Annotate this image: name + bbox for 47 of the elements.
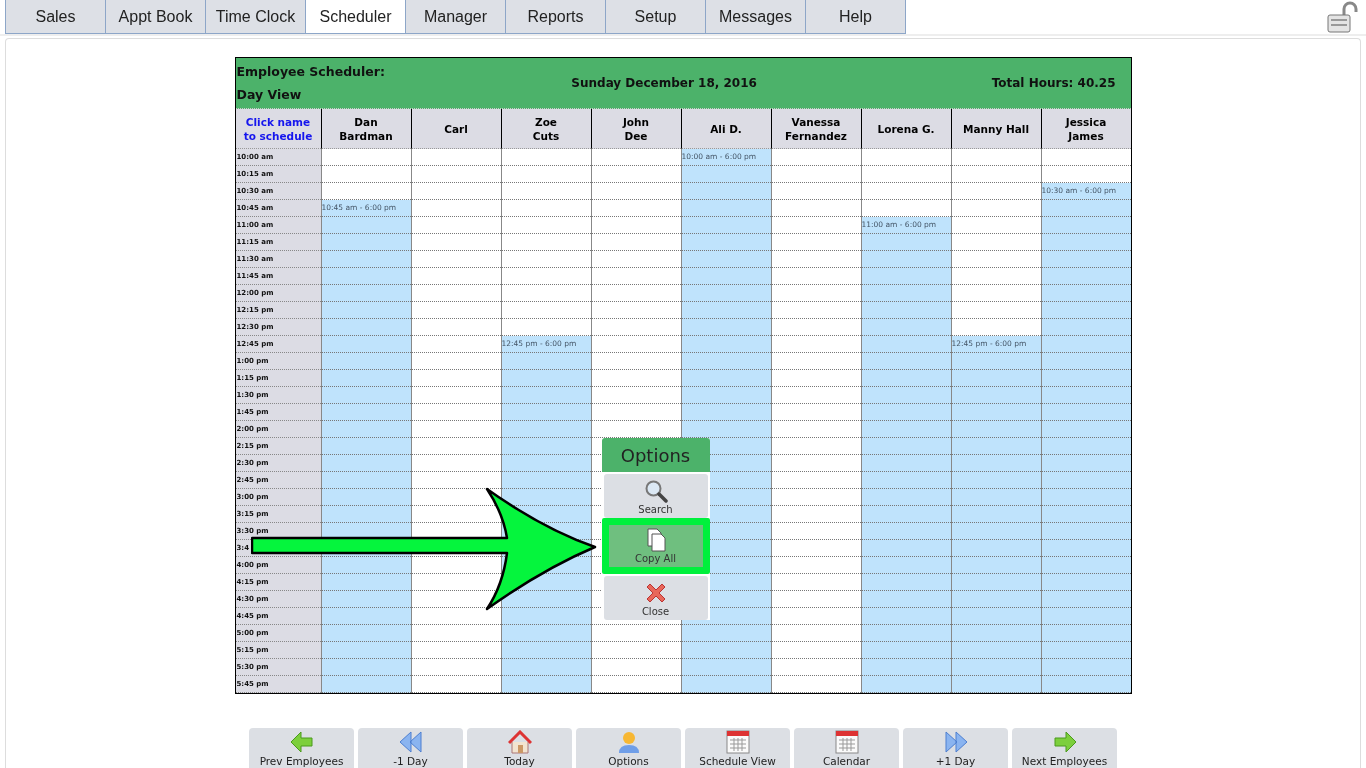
calendar-icon (725, 730, 750, 754)
menu-button[interactable]: Close (603, 576, 708, 620)
employee-name[interactable]: Ali D. (680, 109, 771, 149)
calendar-icon (834, 730, 859, 754)
toolbar-button[interactable]: Options (576, 728, 681, 768)
toolbar-button[interactable]: Prev Employees (249, 728, 354, 768)
toolbar-button[interactable]: Next Employees (1012, 728, 1117, 768)
right-arrow-icon (1052, 730, 1077, 754)
employee-name[interactable]: Lorena G. (860, 109, 951, 149)
popup-title: Options (601, 438, 710, 472)
employee-name[interactable]: Vanessa Fernandez (770, 109, 861, 149)
toolbar-button[interactable]: Calendar (794, 728, 899, 768)
nav-tab[interactable]: Scheduler (306, 0, 406, 34)
toolbar-button[interactable]: Today (467, 728, 572, 768)
rewind-icon (398, 730, 423, 754)
nav-tab[interactable]: Help (806, 0, 906, 34)
employee-name[interactable]: Jessica James (1040, 109, 1131, 149)
search-icon (643, 479, 668, 503)
employee-name[interactable]: Carl (410, 109, 501, 149)
toolbar-button[interactable]: +1 Day (903, 728, 1008, 768)
schedule-date: Sunday December 18, 2016 (570, 76, 758, 90)
padlock-icon[interactable] (1326, 1, 1358, 33)
employee-name[interactable]: Zoe Cuts (500, 109, 591, 149)
toolbar-button[interactable]: -1 Day (358, 728, 463, 768)
employee-name[interactable]: Manny Hall (950, 109, 1041, 149)
toolbar-button[interactable]: Schedule View (685, 728, 790, 768)
schedule-slot[interactable] (500, 489, 591, 506)
nav-tab[interactable]: Reports (506, 0, 606, 34)
employee-name[interactable]: Dan Bardman (320, 109, 411, 149)
nav-tab[interactable]: Sales (5, 0, 106, 34)
person-icon (616, 730, 641, 754)
house-icon (507, 730, 532, 754)
nav-tab[interactable]: Setup (606, 0, 706, 34)
schedule-slot[interactable] (500, 591, 591, 608)
employee-name[interactable]: John Dee (590, 109, 681, 149)
schedule-hint: Click name to schedule (235, 109, 321, 149)
view-name: Day View (236, 87, 303, 102)
nav-tab[interactable]: Appt Book (106, 0, 206, 34)
menu-button[interactable]: Search (603, 474, 708, 518)
nav-tab[interactable]: Time Clock (206, 0, 306, 34)
left-arrow-icon (289, 730, 314, 754)
menu-button[interactable]: Copy All (601, 518, 710, 574)
nav-tab[interactable]: Messages (706, 0, 806, 34)
fast-forward-icon (943, 730, 968, 754)
total-hours: Total Hours: 40.25 (991, 76, 1117, 90)
scheduler-title: Employee Scheduler: (236, 64, 386, 79)
nav-tab[interactable]: Manager (406, 0, 506, 34)
